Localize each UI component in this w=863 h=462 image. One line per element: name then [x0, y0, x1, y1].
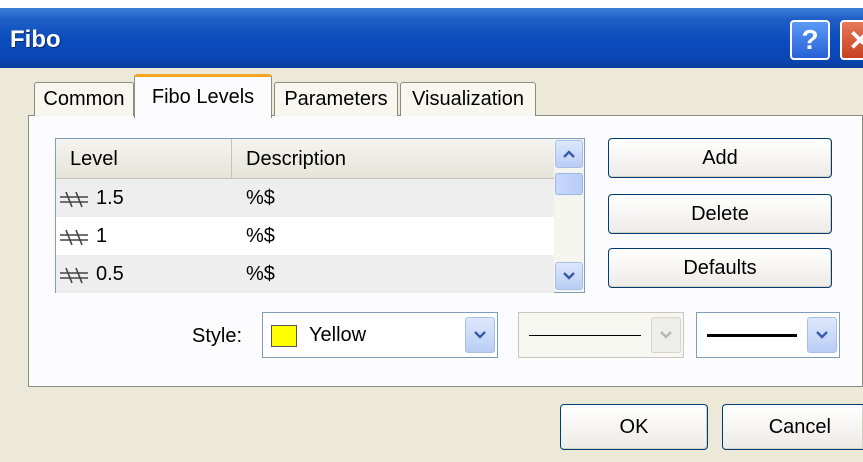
- tab-label: Parameters: [284, 88, 388, 110]
- line-width-select[interactable]: [696, 312, 840, 358]
- level-cell: 0.5: [56, 255, 232, 293]
- level-value: 1.5: [96, 187, 124, 209]
- window-title: Fibo: [10, 26, 61, 53]
- tab-label: Common: [43, 88, 125, 110]
- levels-table[interactable]: Level Description 1.5 %$ 1 %$ 0.5 %$: [55, 138, 585, 293]
- ok-button[interactable]: OK: [560, 404, 708, 450]
- color-select[interactable]: Yellow: [262, 312, 498, 358]
- tab-visualization[interactable]: Visualization: [400, 82, 536, 116]
- tab-label: Fibo Levels: [151, 86, 255, 108]
- scroll-thumb[interactable]: [555, 173, 583, 195]
- level-value: 0.5: [96, 263, 124, 285]
- scroll-down-button[interactable]: [555, 262, 583, 290]
- help-icon: ?: [801, 24, 819, 55]
- delete-button[interactable]: Delete: [608, 194, 832, 234]
- cancel-button[interactable]: Cancel: [722, 404, 863, 450]
- column-header-level[interactable]: Level: [56, 139, 232, 179]
- line-style-select: [518, 312, 684, 358]
- description-cell: %$: [246, 187, 275, 209]
- tab-common[interactable]: Common: [34, 82, 134, 116]
- help-button[interactable]: ?: [790, 20, 830, 60]
- color-select-value: Yellow: [309, 324, 367, 346]
- chevron-down-icon: [660, 331, 672, 339]
- color-swatch: [271, 325, 297, 347]
- tab-parameters[interactable]: Parameters: [274, 82, 398, 116]
- tab-label: Visualization: [412, 88, 524, 110]
- add-button[interactable]: Add: [608, 138, 832, 178]
- chevron-up-icon: [563, 150, 575, 158]
- fibo-level-icon: [60, 191, 88, 208]
- description-cell: %$: [246, 225, 275, 247]
- description-cell: %$: [246, 263, 275, 285]
- defaults-button[interactable]: Defaults: [608, 248, 832, 288]
- title-bar: Fibo ? ✕: [0, 8, 863, 68]
- line-style-sample: [529, 335, 641, 336]
- top-strip: [0, 0, 863, 8]
- column-header-description[interactable]: Description: [232, 139, 554, 179]
- level-cell: 1: [56, 217, 232, 255]
- scroll-up-button[interactable]: [555, 140, 583, 168]
- level-value: 1: [96, 225, 108, 247]
- style-label: Style:: [192, 325, 243, 347]
- tab-fibo-levels[interactable]: Fibo Levels: [134, 74, 272, 118]
- table-row[interactable]: 1.5 %$: [56, 179, 554, 217]
- table-scrollbar[interactable]: [554, 139, 584, 292]
- table-row[interactable]: 1 %$: [56, 217, 554, 255]
- line-style-dropdown: [651, 317, 681, 353]
- close-icon: ✕: [848, 24, 863, 56]
- chevron-down-icon: [563, 272, 575, 280]
- table-header: Level Description: [56, 139, 554, 179]
- fibo-level-icon: [60, 267, 88, 284]
- color-select-dropdown[interactable]: [465, 317, 495, 353]
- level-cell: 1.5: [56, 179, 232, 217]
- chevron-down-icon: [816, 331, 828, 339]
- chevron-down-icon: [474, 331, 486, 339]
- table-row[interactable]: 0.5 %$: [56, 255, 554, 293]
- line-width-dropdown[interactable]: [807, 317, 837, 353]
- line-width-sample: [707, 334, 797, 337]
- fibo-level-icon: [60, 229, 88, 246]
- close-button[interactable]: ✕: [840, 20, 863, 60]
